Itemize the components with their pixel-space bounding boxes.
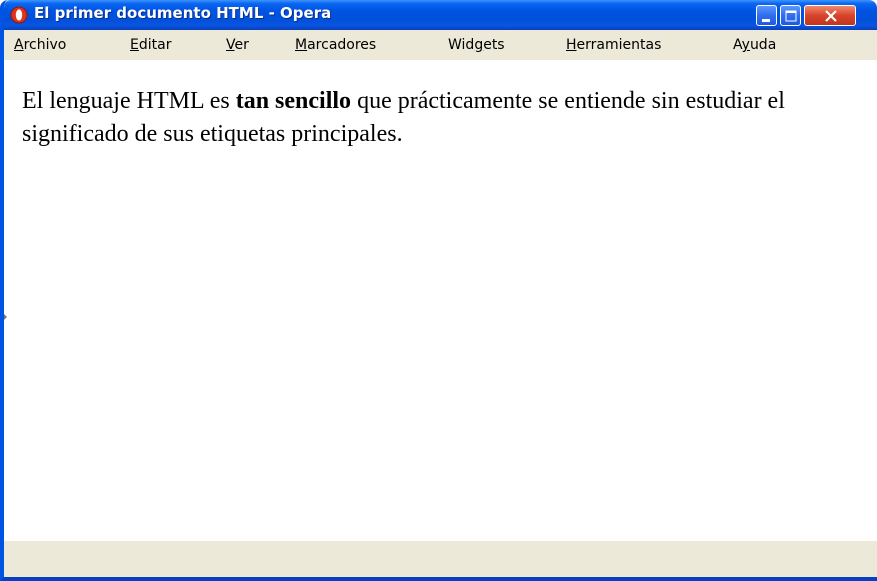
panel-toggle-arrow-icon[interactable]: [4, 312, 7, 322]
maximize-button[interactable]: [780, 5, 801, 26]
status-bar: [4, 541, 877, 577]
menu-archivo[interactable]: Archivo: [14, 37, 66, 53]
window-title: El primer documento HTML - Opera: [34, 4, 332, 22]
maximize-icon: [785, 10, 797, 22]
page-content[interactable]: El lenguaje HTML es tan sencillo que prá…: [4, 60, 877, 541]
menu-ver[interactable]: Ver: [226, 37, 249, 53]
close-icon: [825, 10, 837, 22]
page-paragraph: El lenguaje HTML es tan sencillo que prá…: [22, 88, 785, 147]
title-bar[interactable]: El primer documento HTML - Opera: [4, 0, 877, 30]
menu-bar: Archivo Editar Ver Marcadores Widgets He…: [4, 30, 877, 60]
menu-widgets[interactable]: Widgets: [448, 37, 505, 53]
minimize-icon: [762, 19, 770, 22]
minimize-button[interactable]: [756, 5, 777, 26]
opera-logo-icon: [10, 6, 28, 24]
close-button[interactable]: [804, 5, 856, 26]
menu-editar[interactable]: Editar: [130, 37, 171, 53]
menu-ayuda[interactable]: Ayuda: [733, 37, 776, 53]
menu-marcadores[interactable]: Marcadores: [295, 37, 376, 53]
menu-herramientas[interactable]: Herramientas: [566, 37, 661, 53]
browser-window: El primer documento HTML - Opera Archivo…: [0, 0, 877, 581]
